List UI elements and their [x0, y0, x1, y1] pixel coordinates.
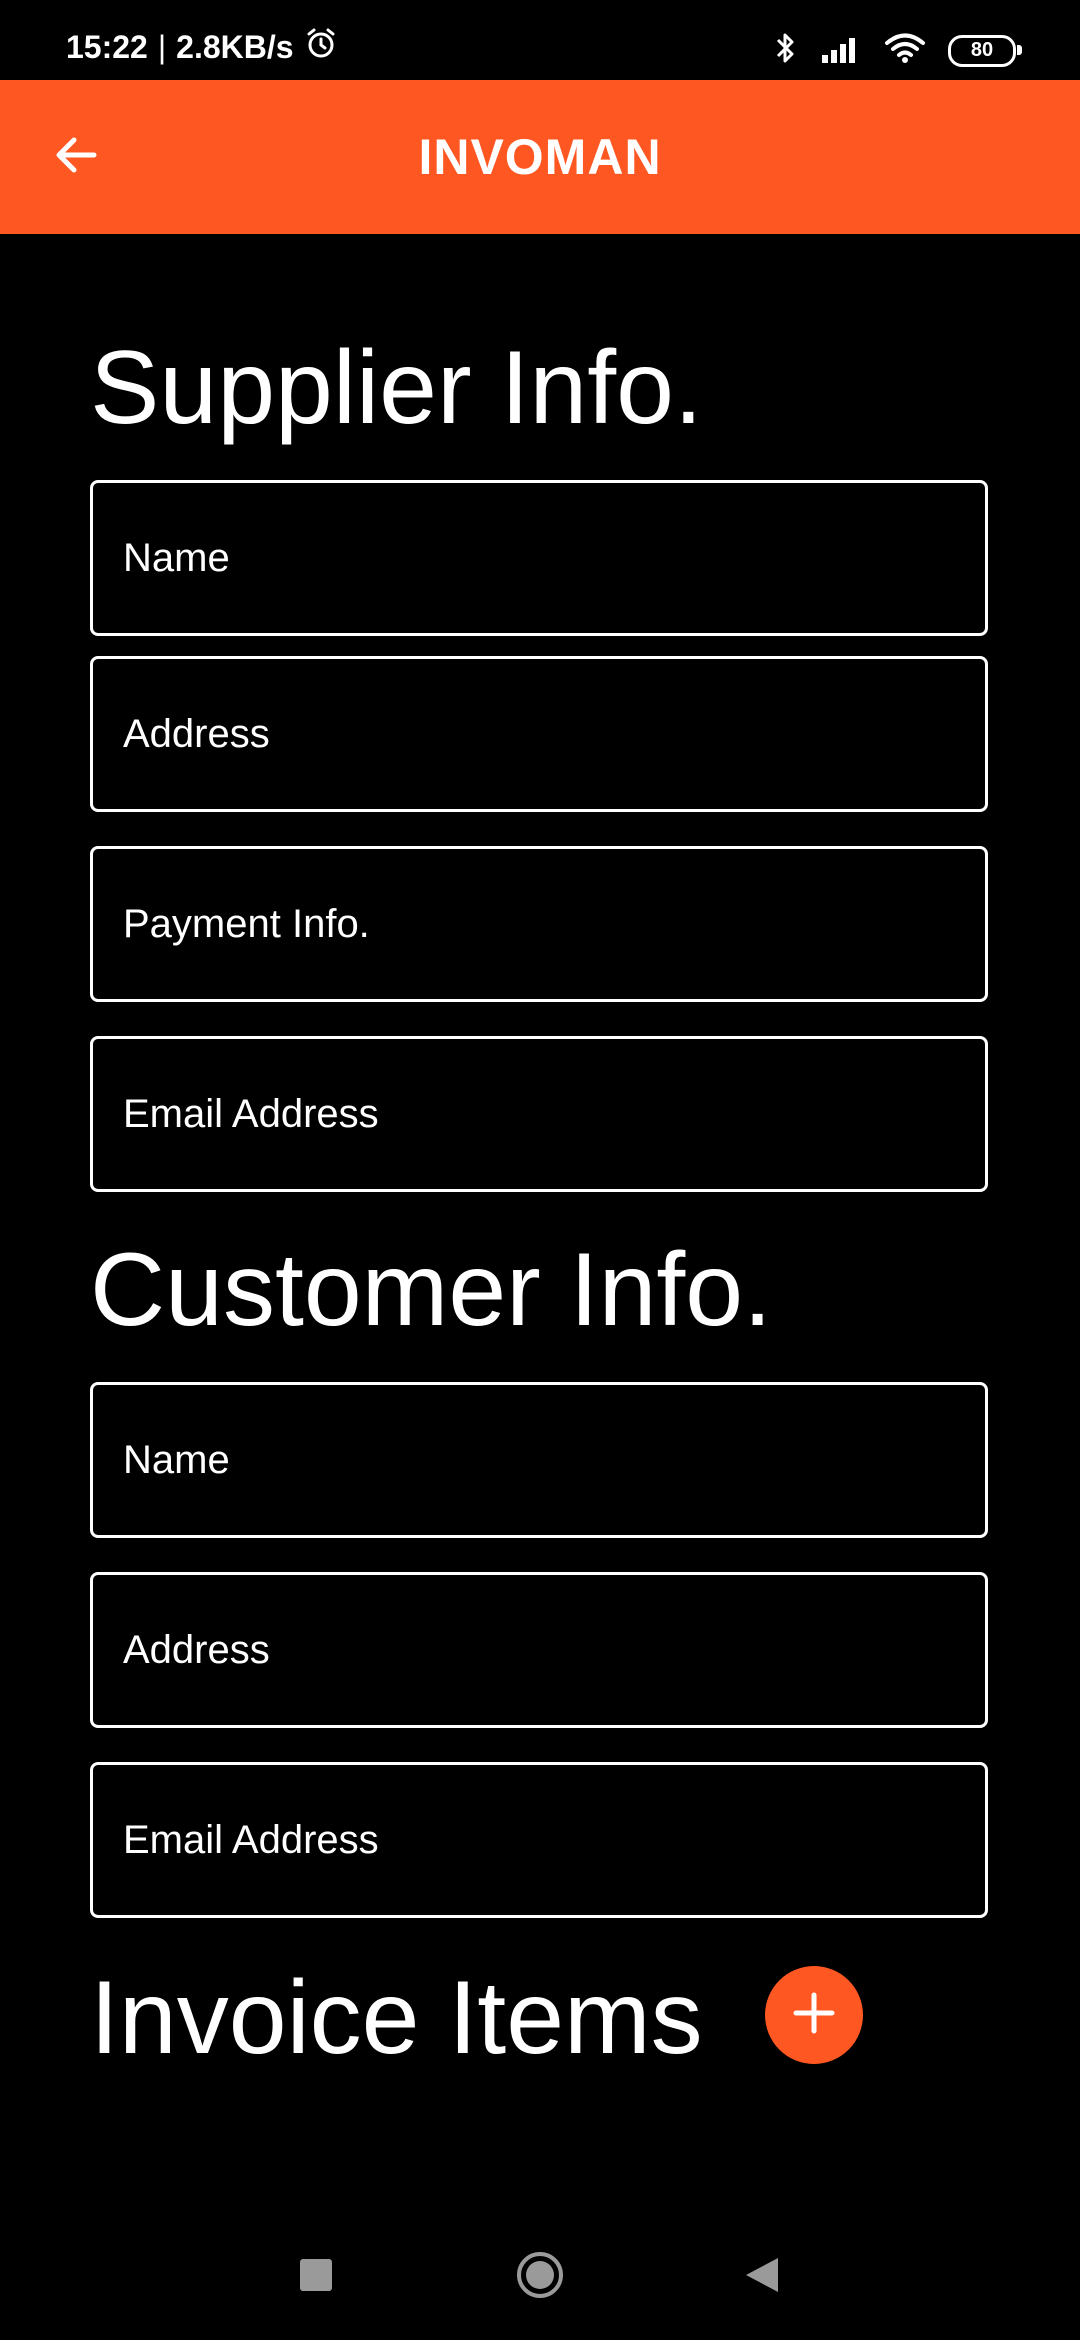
supplier-payment-input[interactable]	[93, 849, 985, 999]
status-right: 80	[772, 30, 1022, 71]
status-separator: |	[157, 28, 167, 65]
supplier-name-field[interactable]	[90, 480, 988, 636]
status-bar: 15:22 | 2.8KB/s 80	[0, 0, 1080, 80]
wifi-icon	[884, 32, 926, 69]
add-invoice-item-button[interactable]	[765, 1966, 863, 2064]
customer-name-input[interactable]	[93, 1385, 985, 1535]
invoice-items-title: Invoice Items	[90, 1960, 703, 2076]
status-time: 15:22	[66, 28, 148, 65]
customer-email-input[interactable]	[93, 1765, 985, 1915]
battery-icon: 80	[948, 34, 1022, 67]
battery-level: 80	[970, 39, 994, 61]
status-left: 15:22 | 2.8KB/s	[66, 26, 338, 68]
customer-section-title: Customer Info.	[90, 1232, 773, 1348]
supplier-payment-field[interactable]	[90, 846, 988, 1002]
supplier-address-field[interactable]	[90, 656, 988, 812]
system-nav-bar	[0, 2210, 1080, 2340]
app-title: INVOMAN	[418, 129, 662, 185]
customer-address-field[interactable]	[90, 1572, 988, 1728]
plus-icon	[792, 1991, 836, 2040]
back-triangle-icon[interactable]	[742, 2254, 782, 2296]
customer-email-field[interactable]	[90, 1762, 988, 1918]
customer-name-field[interactable]	[90, 1382, 988, 1538]
customer-address-input[interactable]	[93, 1575, 985, 1725]
alarm-icon	[304, 26, 338, 68]
network-speed: 2.8KB/s	[176, 28, 294, 65]
signal-icon	[820, 33, 862, 68]
recents-square-icon[interactable]	[300, 2259, 332, 2291]
bluetooth-icon	[772, 30, 798, 71]
supplier-section-title: Supplier Info.	[90, 330, 703, 446]
supplier-email-input[interactable]	[93, 1039, 985, 1189]
supplier-name-input[interactable]	[93, 483, 985, 633]
app-bar: INVOMAN	[0, 80, 1080, 234]
supplier-address-input[interactable]	[93, 659, 985, 809]
supplier-email-field[interactable]	[90, 1036, 988, 1192]
home-circle-icon[interactable]	[516, 2251, 564, 2299]
